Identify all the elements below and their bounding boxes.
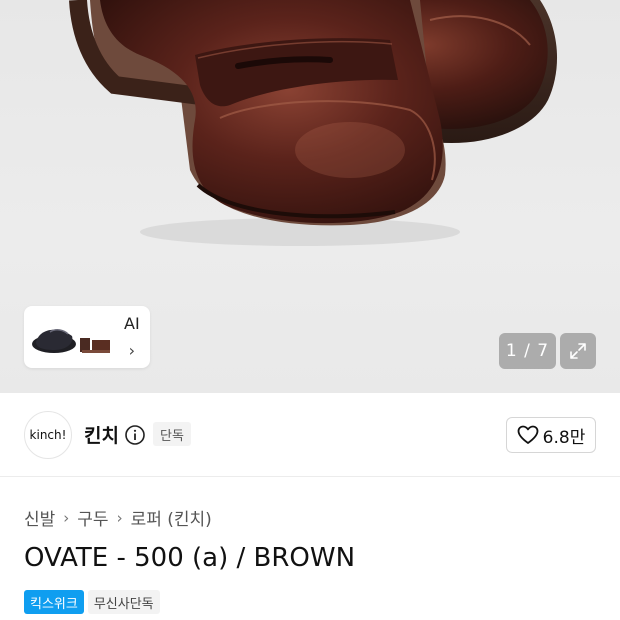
product-title: OVATE - 500 (a) / BROWN xyxy=(24,543,356,573)
exclusive-tag: 무신사단독 xyxy=(87,590,160,614)
ai-thumbnail-image xyxy=(32,329,110,353)
like-button[interactable]: 6.8만 xyxy=(506,417,596,453)
ai-label: AI xyxy=(124,314,140,333)
ai-similar-card[interactable]: AI › xyxy=(24,306,150,368)
product-tags: 킥스위크 무신사단독 xyxy=(24,590,164,614)
brand-logo-text: kinch! xyxy=(29,428,67,442)
breadcrumb: 신발 › 구두 › 로퍼 (킨치) xyxy=(24,505,212,531)
brand-row: kinch! 킨치 단독 6.8만 xyxy=(0,393,620,477)
heart-icon xyxy=(517,425,539,444)
breadcrumb-item-dress-shoes[interactable]: 구두 xyxy=(77,505,108,530)
chevron-right-icon: › xyxy=(116,508,123,527)
image-counter: 1 / 7 xyxy=(499,333,556,369)
brand-logo[interactable]: kinch! xyxy=(24,411,72,459)
chevron-right-icon: › xyxy=(63,508,70,527)
chevron-right-icon: › xyxy=(128,341,136,360)
breadcrumb-item-loafer[interactable]: 로퍼 (킨치) xyxy=(131,505,212,530)
brand-name[interactable]: 킨치 xyxy=(84,421,119,448)
exclusive-badge: 단독 xyxy=(153,422,191,446)
product-image-gallery[interactable]: AI › 1 / 7 xyxy=(0,0,620,393)
expand-button[interactable] xyxy=(560,333,596,369)
like-count: 6.8만 xyxy=(542,427,586,448)
promo-tag: 킥스위크 xyxy=(24,590,84,614)
info-icon[interactable] xyxy=(124,424,146,446)
expand-icon xyxy=(570,343,586,359)
breadcrumb-item-shoes[interactable]: 신발 xyxy=(24,505,55,530)
